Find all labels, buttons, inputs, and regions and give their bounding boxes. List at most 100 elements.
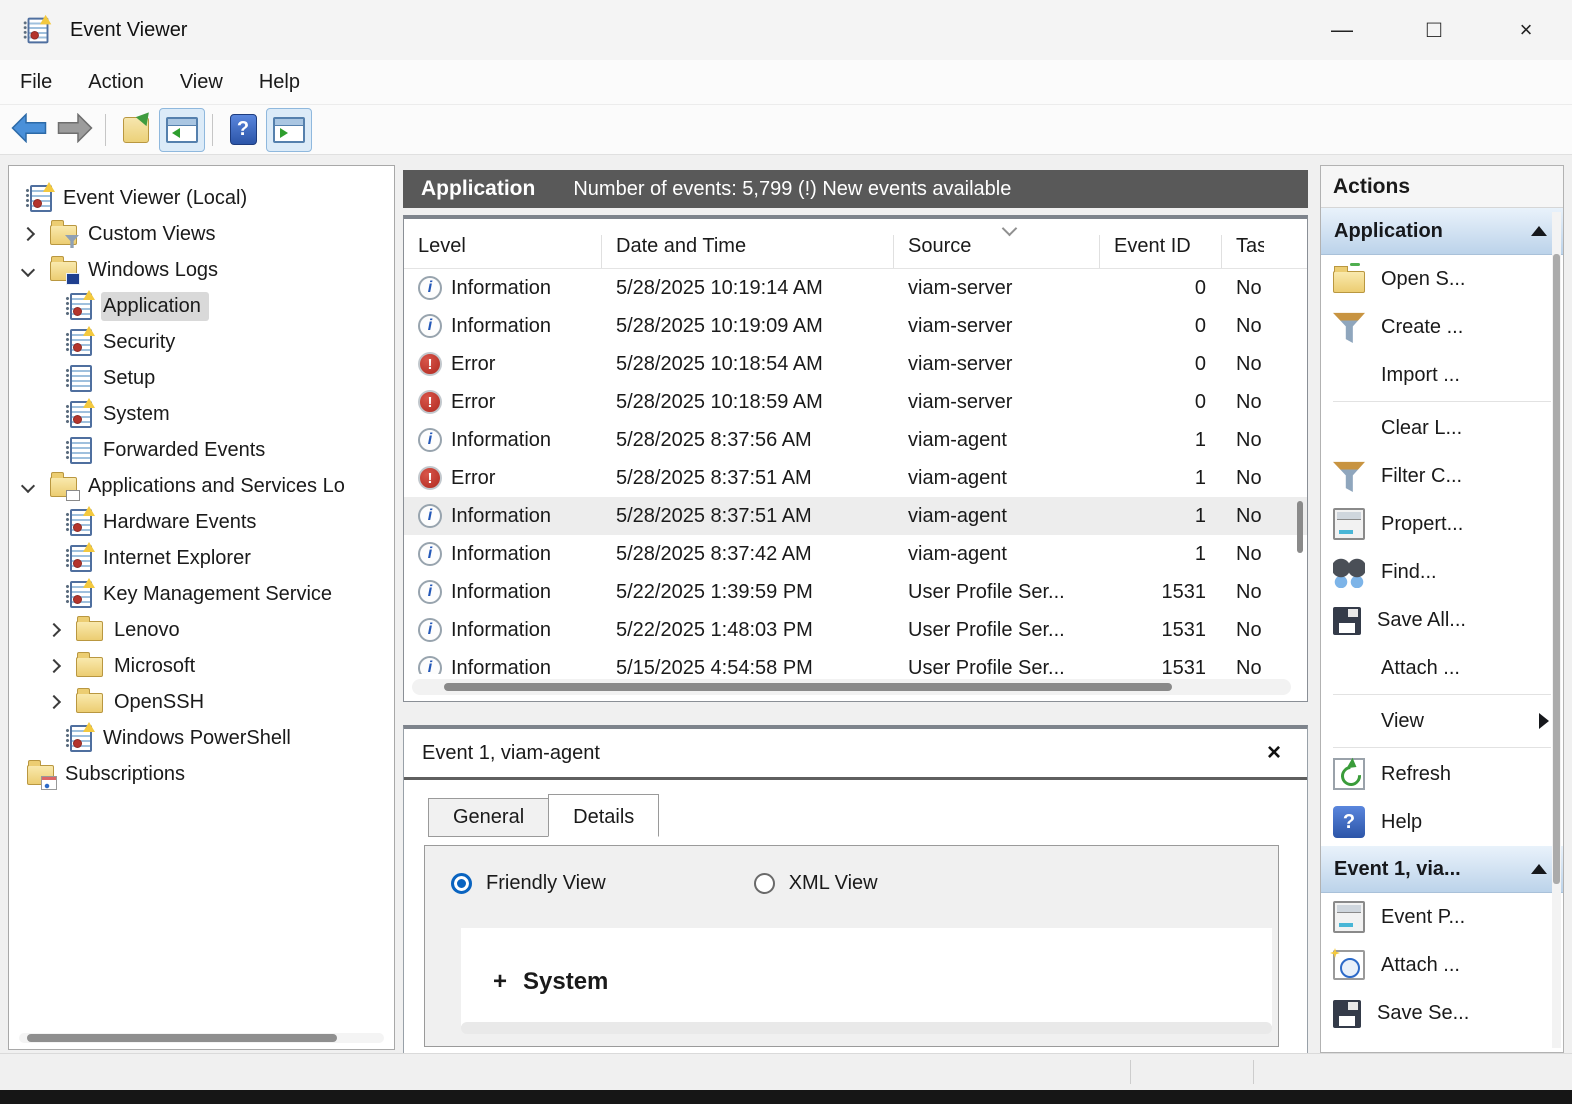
friendly-view-radio[interactable] xyxy=(451,873,472,894)
event-row[interactable]: iInformation 5/22/2025 1:48:03 PM User P… xyxy=(404,611,1307,649)
level-cell: Information xyxy=(451,505,551,528)
toolbar-separator xyxy=(105,114,106,146)
close-button[interactable]: × xyxy=(1480,0,1572,60)
action-import-custom-view[interactable]: Import ... xyxy=(1321,351,1563,399)
event-row[interactable]: !Error 5/28/2025 8:37:51 AM viam-agent 1… xyxy=(404,459,1307,497)
actions-section-application[interactable]: Application xyxy=(1321,208,1563,255)
tree-item-event-viewer-local[interactable]: Event Viewer (Local) xyxy=(9,180,394,216)
help-button[interactable]: ? xyxy=(220,108,266,152)
event-list-horizontal-scrollbar[interactable] xyxy=(412,679,1291,695)
column-header-event-id[interactable]: Event ID xyxy=(1100,235,1222,268)
tree-item-forwarded-events[interactable]: Forwarded Events xyxy=(9,432,394,468)
forward-button[interactable] xyxy=(52,108,98,152)
information-icon: i xyxy=(418,618,442,642)
expand-plus-icon[interactable]: + xyxy=(493,968,507,996)
minimize-button[interactable]: — xyxy=(1296,0,1388,60)
actions-vertical-scrollbar[interactable] xyxy=(1552,212,1561,1048)
event-row-selected[interactable]: iInformation 5/28/2025 8:37:51 AM viam-a… xyxy=(404,497,1307,535)
tree-item-microsoft[interactable]: Microsoft xyxy=(9,648,394,684)
scrollbar-thumb[interactable] xyxy=(1553,254,1560,884)
chevron-right-icon[interactable] xyxy=(47,659,61,673)
action-label: Filter C... xyxy=(1381,465,1462,488)
chevron-right-icon[interactable] xyxy=(47,623,61,637)
action-clear-log[interactable]: Clear L... xyxy=(1321,404,1563,452)
action-help[interactable]: ? Help xyxy=(1321,798,1563,846)
date-cell: 5/28/2025 10:19:09 AM xyxy=(602,315,894,338)
event-id-cell: 1531 xyxy=(1100,657,1222,675)
scrollbar-thumb[interactable] xyxy=(1297,501,1303,553)
action-filter-current-log[interactable]: Filter C... xyxy=(1321,452,1563,500)
task-cell: No xyxy=(1222,429,1264,452)
chevron-right-icon[interactable] xyxy=(21,227,35,241)
tree-item-internet-explorer[interactable]: Internet Explorer xyxy=(9,540,394,576)
event-row[interactable]: iInformation 5/28/2025 8:37:56 AM viam-a… xyxy=(404,421,1307,459)
event-row[interactable]: !Error 5/28/2025 10:18:59 AM viam-server… xyxy=(404,383,1307,421)
task-cell: No xyxy=(1222,353,1264,376)
action-find[interactable]: Find... xyxy=(1321,548,1563,596)
action-label: Refresh xyxy=(1381,763,1451,786)
event-row[interactable]: iInformation 5/28/2025 8:37:42 AM viam-a… xyxy=(404,535,1307,573)
open-saved-log-button[interactable] xyxy=(113,108,159,152)
close-icon[interactable]: × xyxy=(1267,739,1281,767)
column-header-level[interactable]: Level xyxy=(404,235,602,268)
menu-help[interactable]: Help xyxy=(241,60,318,104)
action-attach-task-to-event[interactable]: Attach ... xyxy=(1321,941,1563,989)
titlebar: Event Viewer — □ × xyxy=(0,0,1572,60)
menu-view[interactable]: View xyxy=(162,60,241,104)
event-row[interactable]: iInformation 5/28/2025 10:19:09 AM viam-… xyxy=(404,307,1307,345)
back-button[interactable] xyxy=(6,108,52,152)
tree-item-key-management-service[interactable]: Key Management Service xyxy=(9,576,394,612)
chevron-right-icon[interactable] xyxy=(47,695,61,709)
scrollbar-thumb[interactable] xyxy=(444,683,1172,691)
tree-item-custom-views[interactable]: Custom Views xyxy=(9,216,394,252)
tree-item-openssh[interactable]: OpenSSH xyxy=(9,684,394,720)
action-save-selected-events[interactable]: Save Se... xyxy=(1321,989,1563,1037)
action-open-saved-log[interactable]: Open S... xyxy=(1321,255,1563,303)
tree-item-windows-logs[interactable]: Windows Logs xyxy=(9,252,394,288)
collapse-triangle-icon[interactable] xyxy=(1531,864,1547,874)
system-node[interactable]: + System xyxy=(461,928,1272,996)
action-attach-task[interactable]: Attach ... xyxy=(1321,644,1563,692)
tree-item-security[interactable]: Security xyxy=(9,324,394,360)
source-cell: viam-agent xyxy=(894,467,1100,490)
event-row[interactable]: !Error 5/28/2025 10:18:54 AM viam-server… xyxy=(404,345,1307,383)
tree-item-setup[interactable]: Setup xyxy=(9,360,394,396)
event-row[interactable]: iInformation 5/22/2025 1:39:59 PM User P… xyxy=(404,573,1307,611)
xml-view-radio[interactable] xyxy=(754,873,775,894)
level-cell: Error xyxy=(451,353,495,376)
event-row[interactable]: iInformation 5/28/2025 10:19:14 AM viam-… xyxy=(404,269,1307,307)
collapse-triangle-icon[interactable] xyxy=(1531,226,1547,236)
event-row[interactable]: iInformation 5/15/2025 4:54:58 PM User P… xyxy=(404,649,1307,674)
action-event-properties[interactable]: Event P... xyxy=(1321,893,1563,941)
show-console-tree-button[interactable] xyxy=(159,108,205,152)
tree-item-windows-powershell[interactable]: Windows PowerShell xyxy=(9,720,394,756)
column-header-source[interactable]: Source xyxy=(894,235,1100,268)
tree-item-hardware-events[interactable]: Hardware Events xyxy=(9,504,394,540)
actions-section-event[interactable]: Event 1, via... xyxy=(1321,846,1563,893)
action-label: Propert... xyxy=(1381,513,1463,536)
menu-file[interactable]: File xyxy=(0,60,70,104)
tree-horizontal-scrollbar[interactable] xyxy=(19,1033,384,1043)
action-refresh[interactable]: Refresh xyxy=(1321,750,1563,798)
tree-item-subscriptions[interactable]: Subscriptions xyxy=(9,756,394,792)
action-save-all-events[interactable]: Save All... xyxy=(1321,596,1563,644)
action-create-custom-view[interactable]: Create ... xyxy=(1321,303,1563,351)
scrollbar-thumb[interactable] xyxy=(27,1034,337,1042)
tree-item-application[interactable]: Application xyxy=(9,288,394,324)
action-properties[interactable]: Propert... xyxy=(1321,500,1563,548)
menu-action[interactable]: Action xyxy=(70,60,162,104)
tab-general[interactable]: General xyxy=(428,798,549,837)
chevron-down-icon[interactable] xyxy=(21,263,35,277)
event-list-vertical-scrollbar[interactable] xyxy=(1296,271,1305,671)
chevron-down-icon[interactable] xyxy=(21,479,35,493)
friendly-view-scrollbar[interactable] xyxy=(461,1022,1272,1034)
column-header-date-and-time[interactable]: Date and Time xyxy=(602,235,894,268)
tree-item-lenovo[interactable]: Lenovo xyxy=(9,612,394,648)
tree-item-system[interactable]: System xyxy=(9,396,394,432)
action-view-submenu[interactable]: View xyxy=(1321,697,1563,745)
show-action-pane-button[interactable] xyxy=(266,108,312,152)
maximize-button[interactable]: □ xyxy=(1388,0,1480,60)
tree-item-applications-and-services-logs[interactable]: Applications and Services Lo xyxy=(9,468,394,504)
tab-details[interactable]: Details xyxy=(548,794,659,837)
column-header-task-category[interactable]: Tas xyxy=(1222,235,1264,268)
